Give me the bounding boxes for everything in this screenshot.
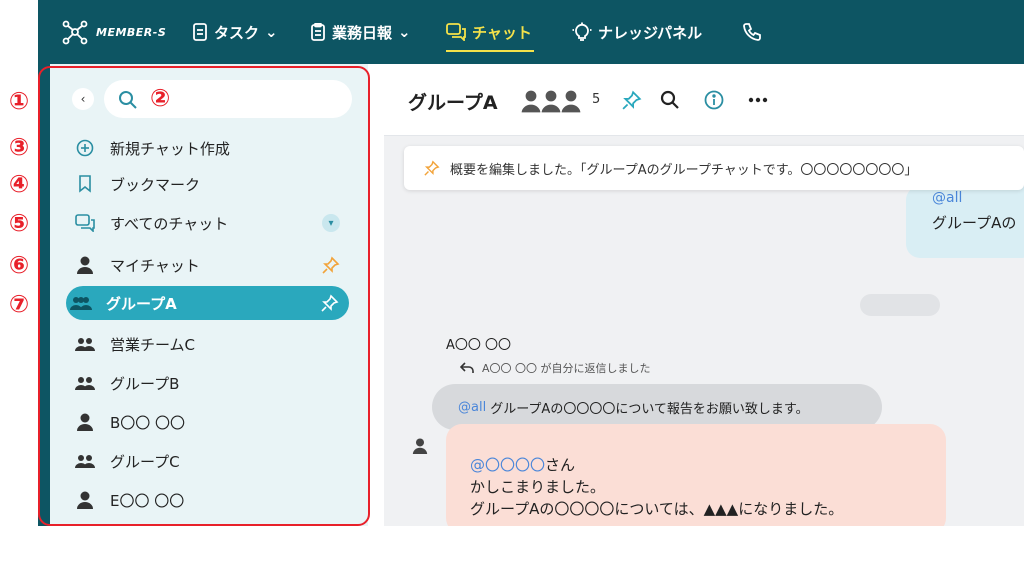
page-bottom (0, 526, 1024, 576)
quote-text: グループAの〇〇〇〇について報告をお願い致します。 (490, 401, 809, 417)
search-icon[interactable] (660, 90, 680, 110)
nav-report-label: 業務日報 (332, 23, 393, 42)
active-tab-underline (446, 50, 534, 52)
lightbulb-icon (572, 22, 592, 41)
reply-icon (460, 362, 474, 373)
avatar (412, 438, 428, 454)
chat-icon (446, 23, 466, 41)
annotation-1: ① (8, 87, 30, 115)
nav-report[interactable]: 業務日報 ⌄ (310, 0, 411, 64)
date-divider (860, 294, 940, 316)
annotation-4: ④ (8, 170, 30, 198)
more-options-icon[interactable] (748, 96, 768, 104)
chevron-down-icon: ⌄ (398, 23, 411, 41)
nav-task-label: タスク (214, 23, 260, 42)
info-icon[interactable] (704, 90, 724, 110)
member-avatars-icon[interactable] (520, 88, 582, 114)
annotation-3: ③ (8, 133, 30, 161)
message-bubble-own: @all グループAの (906, 186, 1024, 258)
logo-icon (62, 20, 88, 45)
mention-text: @all (458, 399, 487, 415)
logo-text: MEMBER-S (96, 25, 167, 39)
annotation-5: ⑤ (8, 209, 30, 237)
mention-text: @〇〇〇〇 (470, 456, 546, 474)
sender-name: A〇〇 〇〇 (446, 338, 512, 353)
nav-task[interactable]: タスク ⌄ (192, 0, 278, 64)
message-text: グループAの (932, 214, 1017, 232)
reply-note-text: A〇〇 〇〇 が自分に返信しました (482, 362, 651, 375)
nav-knowledge-label: ナレッジパネル (598, 23, 703, 42)
nav-chat-label: チャット (472, 23, 532, 42)
pin-icon[interactable] (622, 90, 642, 110)
annotation-7: ⑦ (8, 290, 30, 318)
task-icon (193, 23, 207, 41)
report-icon (311, 23, 325, 41)
chat-title: グループA (408, 92, 498, 114)
message-line: グループAの〇〇〇〇については、▲▲▲になりました。 (470, 500, 844, 518)
pinned-notice[interactable]: 概要を編集しました。「グループAのグループチャットです。〇〇〇〇〇〇〇〇」 (404, 146, 1024, 190)
message-line: かしこまりました。 (470, 478, 606, 496)
logo[interactable]: MEMBER-S (60, 0, 166, 64)
nav-chat[interactable]: チャット (446, 0, 532, 64)
chevron-down-icon: ⌄ (265, 23, 278, 41)
mention-text: @all (932, 190, 963, 206)
highlight-outline (38, 66, 370, 526)
annotation-2: ② (150, 84, 171, 112)
mention-suffix: さん (545, 456, 576, 474)
phone-icon (743, 23, 761, 41)
notice-text: 概要を編集しました。「グループAのグループチャットです。〇〇〇〇〇〇〇〇」 (450, 162, 918, 178)
pin-icon (424, 160, 440, 176)
reply-note: A〇〇 〇〇 が自分に返信しました (460, 360, 651, 376)
phone-button[interactable] (742, 0, 762, 64)
member-count: 5 (592, 92, 601, 107)
annotation-6: ⑥ (8, 251, 30, 279)
nav-knowledge[interactable]: ナレッジパネル (572, 0, 702, 64)
message-bubble[interactable]: @〇〇〇〇さん かしこまりました。 グループAの〇〇〇〇については、▲▲▲になり… (446, 424, 946, 534)
